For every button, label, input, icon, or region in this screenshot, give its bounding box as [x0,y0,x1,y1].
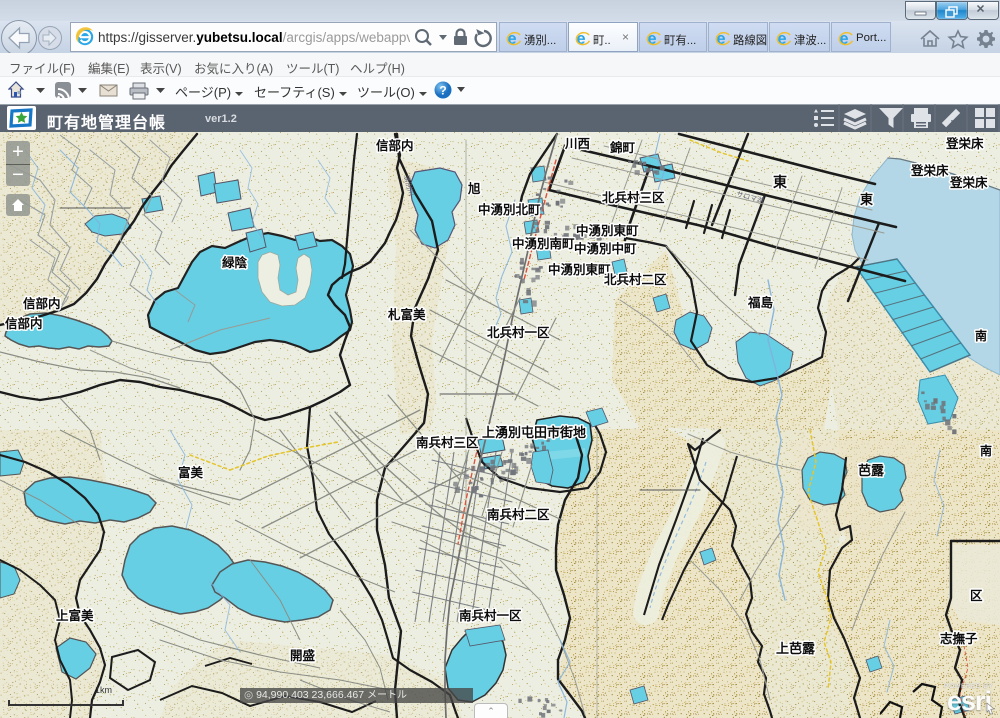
svg-text:登栄床: 登栄床 [949,175,988,190]
svg-text:信部内: 信部内 [376,138,414,153]
svg-text:北兵村一区: 北兵村一区 [487,325,550,340]
svg-text:信部内: 信部内 [5,316,43,331]
svg-text:札富美: 札富美 [387,307,426,322]
svg-text:錦町: 錦町 [609,140,636,155]
svg-text:北兵村二区: 北兵村二区 [604,272,667,287]
svg-text:登栄床: 登栄床 [945,136,984,151]
svg-text:中湧別東町: 中湧別東町 [576,223,639,238]
svg-text:信部内: 信部内 [23,296,61,311]
svg-text:中湧別南町: 中湧別南町 [512,236,575,251]
svg-text:?: ? [439,84,446,98]
svg-text:川西: 川西 [564,137,590,151]
svg-text:中湧別東町: 中湧別東町 [548,262,611,277]
svg-text:福島: 福島 [747,295,774,310]
svg-text:中湧別中町: 中湧別中町 [574,241,637,256]
svg-text:旭: 旭 [467,181,481,196]
svg-text:芭露: 芭露 [858,463,885,478]
svg-text:区: 区 [970,589,983,603]
svg-text:北兵村三区: 北兵村三区 [602,190,665,205]
svg-text:南: 南 [980,443,992,458]
svg-text:緑陰: 緑陰 [222,255,248,270]
svg-text:富美: 富美 [178,465,204,480]
svg-text:開盛: 開盛 [290,648,316,663]
svg-text:南兵村一区: 南兵村一区 [459,608,522,623]
svg-text:登栄床: 登栄床 [910,163,949,178]
svg-text:上芭露: 上芭露 [776,641,816,656]
svg-text:志撫子: 志撫子 [940,631,978,646]
svg-text:東: 東 [773,174,787,190]
svg-text:南: 南 [975,328,987,343]
svg-text:南兵村三区: 南兵村三区 [416,435,479,450]
svg-text:中湧別北町: 中湧別北町 [478,202,541,217]
svg-text:東: 東 [860,192,873,207]
svg-text:上湧別屯田市街地: 上湧別屯田市街地 [482,425,586,440]
svg-text:上富美: 上富美 [56,608,94,623]
svg-text:南兵村二区: 南兵村二区 [487,507,550,522]
